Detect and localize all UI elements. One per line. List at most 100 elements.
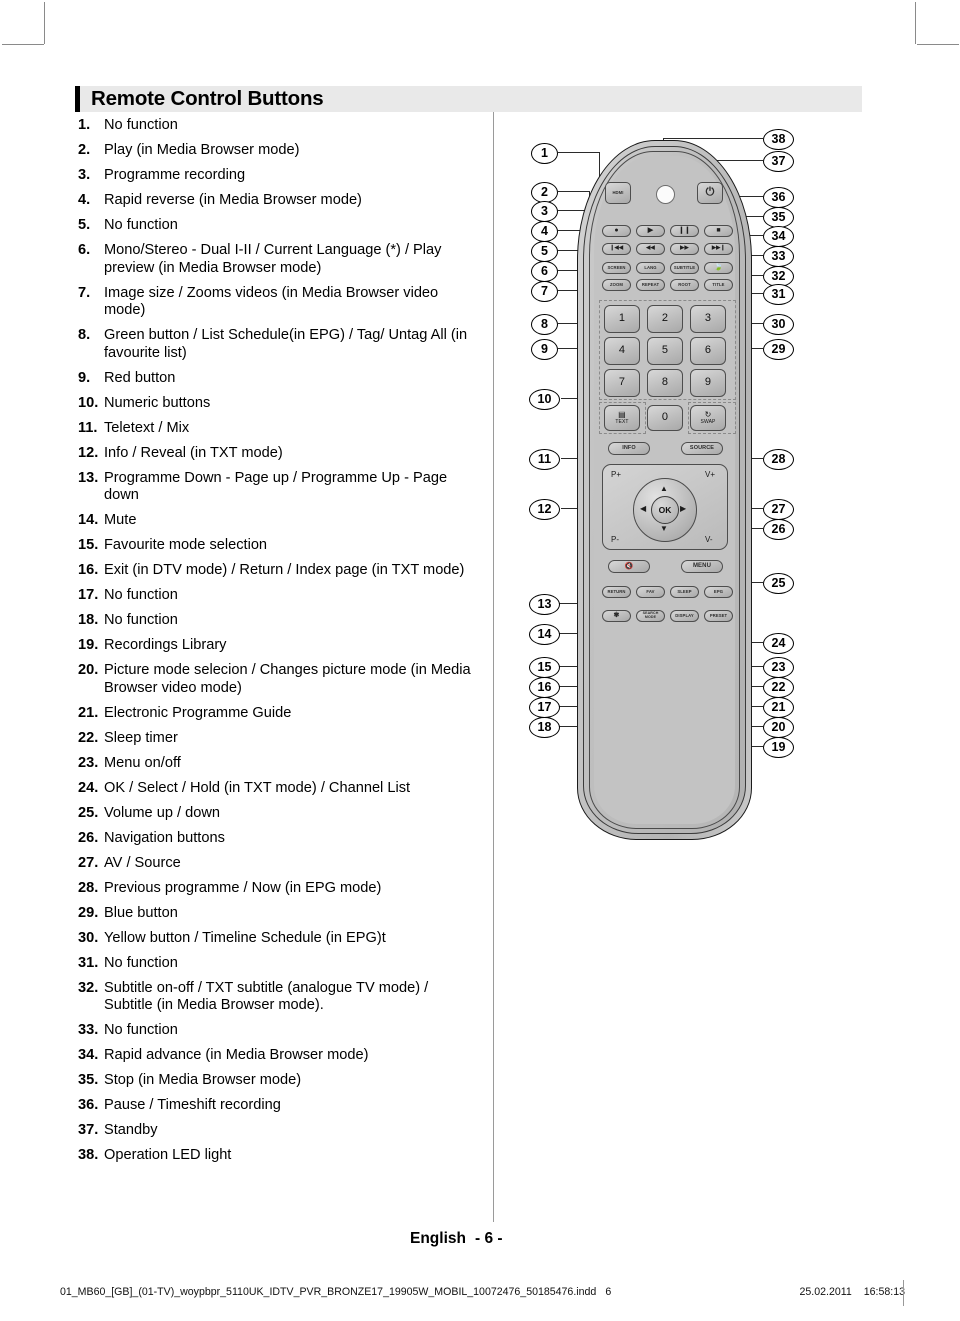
numeric-label-4: 4	[618, 344, 626, 357]
menu-label: MENU	[692, 563, 712, 570]
fast-forward-button[interactable]: ▶▶	[670, 243, 699, 255]
column-divider	[493, 112, 494, 1222]
swap-button[interactable]: ↻ SWAP	[690, 405, 726, 431]
list-item: 24. OK / Select / Hold (in TXT mode) / Ch…	[78, 780, 478, 798]
leaf-icon: 🍃	[714, 264, 723, 272]
picture-mode-button[interactable]: ✾	[602, 610, 631, 622]
navigate-left-icon[interactable]: ◀	[640, 505, 646, 513]
button-function-list: 1. No function 2. Play (in Media Browser m…	[78, 117, 478, 1172]
list-item: 36. Pause / Timeshift recording	[78, 1097, 478, 1115]
hdmi-button[interactable]: HDMI	[605, 182, 631, 204]
favourite-button[interactable]: FAV	[636, 586, 665, 598]
callout-27: 27	[763, 499, 794, 520]
numeric-button-8[interactable]: 8	[647, 369, 683, 397]
previous-button[interactable]: ❙◀◀	[602, 243, 631, 255]
callout-23: 23	[763, 657, 794, 678]
numeric-button-3[interactable]: 3	[690, 305, 726, 333]
eco-leaf-button[interactable]: 🍃	[704, 262, 733, 274]
epg-button[interactable]: EPG	[704, 586, 733, 598]
list-item: 7. Image size / Zooms videos (in Media Br…	[78, 285, 478, 320]
list-item-number: 21.	[78, 704, 99, 721]
list-item-number: 14.	[78, 512, 99, 528]
return-button[interactable]: RETURN	[602, 586, 631, 598]
list-item-number: 31.	[78, 954, 99, 971]
page-language: English	[410, 1230, 466, 1247]
numeric-button-7[interactable]: 7	[604, 369, 640, 397]
numeric-label-5: 5	[661, 344, 669, 357]
numeric-label-9: 9	[704, 376, 712, 389]
ok-button[interactable]: OK	[651, 496, 679, 524]
navigate-up-icon[interactable]: ▲	[660, 485, 668, 493]
list-item-number: 12.	[78, 444, 99, 461]
list-item-number: 7.	[78, 284, 91, 301]
list-item: 15. Favourite mode selection	[78, 537, 478, 555]
rewind-button[interactable]: ◀◀	[636, 243, 665, 255]
sleep-timer-button[interactable]: SLEEP	[670, 586, 699, 598]
list-item-text: Favourite mode selection	[104, 537, 268, 553]
list-item-text: Pause / Timeshift recording	[104, 1097, 281, 1113]
record-icon: ●	[614, 227, 619, 235]
list-item-text: Rapid reverse (in Media Browser mode)	[104, 192, 362, 208]
screen-label: SCREEN	[607, 264, 626, 270]
numeric-button-4[interactable]: 4	[604, 337, 640, 365]
list-item-number: 17.	[78, 587, 99, 603]
callout-19: 19	[763, 737, 794, 758]
callout-12: 12	[529, 499, 560, 520]
list-item-text: Play (in Media Browser mode)	[104, 142, 300, 158]
zoom-button[interactable]: ZOOM	[602, 279, 631, 291]
numeric-button-6[interactable]: 6	[690, 337, 726, 365]
list-item: 4. Rapid reverse (in Media Browser mode)	[78, 192, 478, 210]
lang-button[interactable]: LANG	[636, 262, 665, 274]
stop-button[interactable]: ■	[704, 225, 733, 237]
repeat-button[interactable]: REPEAT	[636, 279, 665, 291]
list-item: 8. Green button / List Schedule(in EPG) /…	[78, 327, 478, 362]
numeric-button-2[interactable]: 2	[647, 305, 683, 333]
standby-power-button[interactable]: ⏻	[697, 182, 723, 204]
menu-button[interactable]: MENU	[681, 560, 723, 573]
numeric-button-1[interactable]: 1	[604, 305, 640, 333]
list-item-text: Image size / Zooms videos (in Media Brow…	[104, 284, 439, 319]
footer-divider	[903, 1280, 904, 1306]
list-item-number: 9.	[78, 369, 91, 386]
numeric-button-0[interactable]: 0	[647, 405, 683, 431]
search-mode-button[interactable]: SEARCH MODE	[636, 610, 665, 622]
navigate-right-icon[interactable]: ▶	[680, 505, 686, 513]
list-item-text: Recordings Library	[104, 637, 227, 653]
navigate-down-icon[interactable]: ▼	[660, 525, 668, 533]
root-button[interactable]: ROOT	[670, 279, 699, 291]
subtitle-button[interactable]: SUBTITLE	[670, 262, 699, 274]
info-button[interactable]: INFO	[608, 442, 650, 455]
list-item-text: Programme recording	[104, 167, 246, 183]
list-item-text: No function	[104, 1022, 178, 1038]
callout-7: 7	[531, 281, 558, 302]
list-item-number: 16.	[78, 562, 99, 578]
callout-36: 36	[763, 187, 794, 208]
list-item-number: 38.	[78, 1147, 99, 1163]
record-button[interactable]: ●	[602, 225, 631, 237]
display-button[interactable]: DISPLAY	[670, 610, 699, 622]
teletext-button[interactable]: ▤ TEXT	[604, 405, 640, 431]
footer-page: 6	[605, 1286, 612, 1298]
list-item-number: 33.	[78, 1022, 99, 1038]
preset-button[interactable]: PRESET	[704, 610, 733, 622]
callout-26: 26	[763, 519, 794, 540]
list-item-number: 25.	[78, 804, 99, 821]
root-label: ROOT	[678, 281, 691, 287]
numeric-label-1: 1	[618, 312, 626, 325]
play-button[interactable]: ▶	[636, 225, 665, 237]
list-item-number: 23.	[78, 754, 99, 771]
title-button[interactable]: TITLE	[704, 279, 733, 291]
numeric-button-5[interactable]: 5	[647, 337, 683, 365]
pause-button[interactable]: ❙❙	[670, 225, 699, 237]
list-item-number: 28.	[78, 879, 99, 896]
mute-button[interactable]: 🔇	[608, 560, 650, 573]
numeric-button-9[interactable]: 9	[690, 369, 726, 397]
callout-24: 24	[763, 633, 794, 654]
callout-8: 8	[531, 314, 558, 335]
list-item: 5. No function	[78, 217, 478, 235]
page-title-band: Remote Control Buttons	[75, 86, 862, 112]
source-button[interactable]: SOURCE	[681, 442, 723, 455]
screen-button[interactable]: SCREEN	[602, 262, 631, 274]
next-button[interactable]: ▶▶❙	[704, 243, 733, 255]
page-number: - 6 -	[474, 1230, 503, 1247]
